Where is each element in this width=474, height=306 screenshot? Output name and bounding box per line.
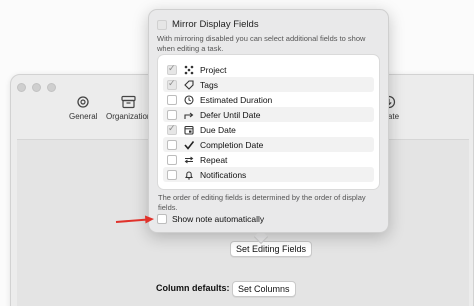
clock-icon <box>183 94 194 105</box>
field-row-notifications[interactable]: Notifications <box>163 167 374 182</box>
field-row-tags[interactable]: Tags <box>163 77 374 92</box>
field-checkbox[interactable] <box>167 63 177 75</box>
editing-fields-popover: Mirror Display Fields With mirroring dis… <box>148 9 389 233</box>
mirror-checkbox-box[interactable] <box>157 19 167 30</box>
project-icon <box>183 64 194 75</box>
field-label: Project <box>200 64 227 75</box>
field-row-project[interactable]: Project <box>163 62 374 77</box>
defer-arrow-icon <box>183 109 194 120</box>
toolbar-general[interactable]: General <box>69 95 97 121</box>
toolbar-general-label: General <box>69 112 98 121</box>
field-row-due-date[interactable]: Due Date <box>163 122 374 137</box>
toolbar-organization-label: Organization <box>106 112 152 121</box>
field-checkbox[interactable] <box>167 139 177 150</box>
field-checkbox[interactable] <box>167 123 177 135</box>
annotation-arrow-icon <box>115 215 154 224</box>
show-note-checkbox-box[interactable] <box>157 214 167 224</box>
set-columns-button[interactable]: Set Columns <box>232 281 296 297</box>
archive-box-icon <box>121 95 136 109</box>
repeat-icon <box>183 154 194 165</box>
window-controls <box>17 83 56 92</box>
zoom-window-button[interactable] <box>47 83 56 92</box>
field-row-completion-date[interactable]: Completion Date <box>163 137 374 152</box>
field-label: Defer Until Date <box>200 109 261 120</box>
field-label: Repeat <box>200 154 228 165</box>
show-note-label: Show note automatically <box>172 214 265 224</box>
field-label: Tags <box>200 79 218 90</box>
close-window-button[interactable] <box>17 83 26 92</box>
column-defaults-label: Column defaults: <box>156 283 230 293</box>
field-label: Notifications <box>200 169 247 180</box>
mirror-display-fields-checkbox[interactable]: Mirror Display Fields <box>157 19 259 30</box>
fields-list: Project Tags Estimated Duration Defer Un… <box>158 55 379 189</box>
field-row-repeat[interactable]: Repeat <box>163 152 374 167</box>
order-note: The order of editing fields is determine… <box>158 193 366 212</box>
gear-icon <box>77 96 89 108</box>
minimize-window-button[interactable] <box>32 83 41 92</box>
toolbar-organization[interactable]: Organization <box>106 95 151 121</box>
field-label: Estimated Duration <box>200 94 273 105</box>
field-checkbox[interactable] <box>167 78 177 90</box>
bell-icon <box>183 169 194 180</box>
set-editing-fields-button[interactable]: Set Editing Fields <box>230 241 313 257</box>
tag-icon <box>183 79 194 90</box>
field-checkbox[interactable] <box>167 169 177 180</box>
field-label: Due Date <box>200 124 236 135</box>
show-note-checkbox[interactable]: Show note automatically <box>157 214 264 224</box>
field-row-estimated-duration[interactable]: Estimated Duration <box>163 92 374 107</box>
field-row-defer-until-date[interactable]: Defer Until Date <box>163 107 374 122</box>
mirror-label: Mirror Display Fields <box>172 19 259 30</box>
checkmark-icon <box>183 139 194 150</box>
field-checkbox[interactable] <box>167 109 177 120</box>
field-label: Completion Date <box>200 139 264 150</box>
field-checkbox[interactable] <box>167 154 177 165</box>
field-checkbox[interactable] <box>167 94 177 105</box>
mirror-description: With mirroring disabled you can select a… <box>157 34 366 53</box>
calendar-icon <box>183 124 194 135</box>
